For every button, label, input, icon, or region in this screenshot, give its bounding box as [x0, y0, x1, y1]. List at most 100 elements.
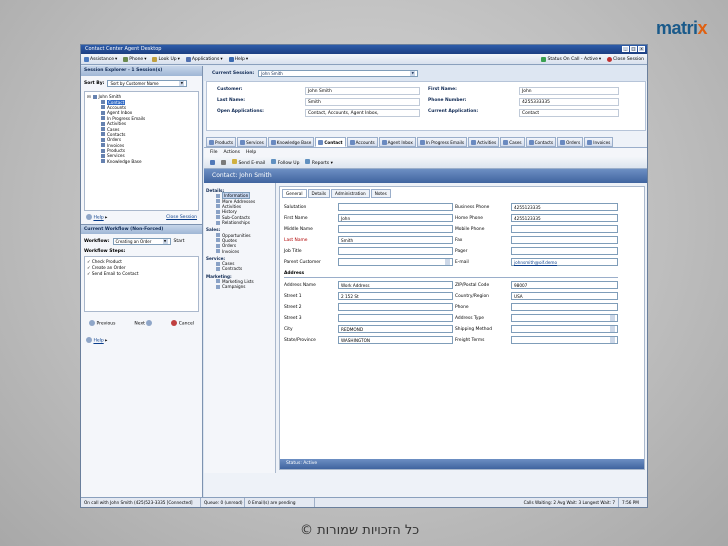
- business-phone-input[interactable]: 4255123335: [511, 203, 618, 211]
- phone-input[interactable]: [511, 303, 618, 311]
- tab-contacts[interactable]: Contacts: [525, 137, 557, 147]
- nav-icon: [216, 199, 220, 204]
- tab-in-progress-emails[interactable]: In Progress Emails: [416, 137, 468, 147]
- current-app-value: Contact: [519, 109, 619, 117]
- address-name-input[interactable]: Work Address: [338, 281, 453, 289]
- nav-item[interactable]: Campaigns: [206, 284, 273, 289]
- form-tab-notes[interactable]: Notes: [370, 189, 391, 198]
- current-session-select[interactable]: John Smith ▼: [258, 70, 419, 77]
- follow-up-button[interactable]: Follow Up: [271, 159, 299, 166]
- help-link[interactable]: Help ▸: [86, 337, 107, 344]
- reports-button[interactable]: Reports ▾: [305, 159, 333, 166]
- tab-knowledge-base[interactable]: Knowledge Base: [267, 137, 315, 147]
- call-status: On call with John Smith (425)523-3335 [C…: [81, 498, 201, 507]
- parent-customer-lookup[interactable]: [338, 258, 453, 266]
- fax-input[interactable]: [511, 236, 618, 244]
- form-navigation: Details: Information More Addresses Acti…: [204, 183, 276, 473]
- contact-form: General Details Administration Notes Sal…: [279, 186, 645, 470]
- app-tabs: Products Services Knowledge Base Contact…: [204, 137, 647, 147]
- assistance-button[interactable]: Assistance ▾: [84, 56, 117, 62]
- help-button[interactable]: Help ▾: [228, 56, 248, 62]
- first-name-input[interactable]: John: [338, 214, 453, 222]
- expand-icon[interactable]: ⊟: [87, 94, 91, 99]
- app-icon: [209, 139, 214, 145]
- item-icon: [101, 116, 105, 121]
- nav-icon: [216, 243, 220, 248]
- next-button[interactable]: Next: [134, 319, 153, 326]
- contact-title-bar: Contact: John Smith: [204, 169, 647, 183]
- address-type-select[interactable]: [511, 314, 618, 322]
- mobile-phone-input[interactable]: [511, 225, 618, 233]
- phone-value: 4255333335: [519, 98, 619, 106]
- city-input[interactable]: REDMOND: [338, 325, 453, 333]
- cancel-button[interactable]: Cancel: [171, 319, 194, 326]
- minimize-button[interactable]: _: [622, 46, 629, 52]
- close-session-button[interactable]: Close Session: [607, 56, 644, 62]
- form-tab-details[interactable]: Details: [307, 189, 331, 198]
- nav-item[interactable]: Contracts: [206, 266, 273, 271]
- tab-products[interactable]: Products: [206, 137, 237, 147]
- menu-file[interactable]: File: [210, 150, 218, 155]
- nav-item[interactable]: Invoices: [206, 249, 273, 254]
- menu-actions[interactable]: Actions: [224, 150, 240, 155]
- tree-item[interactable]: Knowledge Base: [87, 159, 196, 164]
- nav-icon: [216, 266, 220, 271]
- tab-orders[interactable]: Orders: [557, 137, 584, 147]
- sort-select[interactable]: Sort by Customer Name ▼: [107, 80, 188, 87]
- send-email-button[interactable]: Send E-mail: [232, 159, 265, 166]
- lookup-button[interactable]: Look Up ▾: [152, 56, 180, 62]
- form-tab-administration[interactable]: Administration: [331, 189, 370, 198]
- help-link[interactable]: Help ▸: [86, 214, 107, 221]
- shipping-method-select[interactable]: [511, 325, 618, 333]
- applications-button[interactable]: Applications ▾: [185, 56, 223, 62]
- country-input[interactable]: USA: [511, 292, 618, 300]
- form-tab-general[interactable]: General: [282, 189, 307, 198]
- pager-input[interactable]: [511, 247, 618, 255]
- save-icon[interactable]: [210, 160, 215, 165]
- session-explorer-header: Session Explorer - 1 Session(s): [81, 66, 202, 76]
- phone-button[interactable]: Phone ▾: [123, 56, 146, 62]
- form-toolbar: Send E-mail Follow Up Reports ▾: [204, 157, 647, 169]
- last-name-input[interactable]: Smith: [338, 236, 453, 244]
- state-input[interactable]: WASHINGTON: [338, 336, 453, 344]
- maximize-button[interactable]: □: [630, 46, 637, 52]
- status-icon: [541, 56, 547, 62]
- previous-button[interactable]: Previous: [89, 319, 115, 326]
- status-dropdown[interactable]: Status On Call - Active ▾: [541, 56, 601, 62]
- app-icon: [471, 139, 477, 145]
- job-title-input[interactable]: [338, 247, 453, 255]
- print-icon[interactable]: [221, 160, 226, 165]
- customer-info-panel: Customer: John Smith First Name: John La…: [206, 81, 646, 131]
- tab-contact[interactable]: Contact: [315, 137, 346, 147]
- tab-activities[interactable]: Activities: [468, 137, 500, 147]
- lookup-icon[interactable]: [445, 259, 450, 265]
- street3-input[interactable]: [338, 314, 453, 322]
- sort-label: Sort By:: [84, 81, 105, 86]
- app-icon: [349, 139, 355, 145]
- nav-item[interactable]: Relationships: [206, 220, 273, 225]
- menu-help[interactable]: Help: [246, 150, 256, 155]
- item-icon: [101, 137, 105, 142]
- tab-services[interactable]: Services: [237, 137, 267, 147]
- item-icon: [101, 132, 105, 137]
- middle-name-input[interactable]: [338, 225, 453, 233]
- tab-invoices[interactable]: Invoices: [584, 137, 614, 147]
- item-icon: [101, 143, 105, 148]
- home-phone-input[interactable]: 4255123335: [511, 214, 618, 222]
- email-input[interactable]: johnsmith@oif.demo: [511, 258, 618, 266]
- salutation-input[interactable]: [338, 203, 453, 211]
- freight-terms-select[interactable]: [511, 336, 618, 344]
- tab-accounts[interactable]: Accounts: [346, 137, 378, 147]
- tab-agent-inbox[interactable]: Agent Inbox: [378, 137, 416, 147]
- workflow-step[interactable]: ✓ Send Email to Contact: [87, 271, 196, 277]
- close-window-button[interactable]: x: [638, 46, 645, 52]
- tab-cases[interactable]: Cases: [500, 137, 525, 147]
- workflow-select[interactable]: Creating an Order ▼: [112, 237, 171, 245]
- start-button[interactable]: Start: [174, 239, 185, 244]
- item-icon: [101, 127, 105, 132]
- app-icon: [528, 139, 534, 145]
- street2-input[interactable]: [338, 303, 453, 311]
- zip-input[interactable]: 98007: [511, 281, 618, 289]
- street1-input[interactable]: 2 152 St: [338, 292, 453, 300]
- close-session-link[interactable]: Close Session: [166, 215, 197, 220]
